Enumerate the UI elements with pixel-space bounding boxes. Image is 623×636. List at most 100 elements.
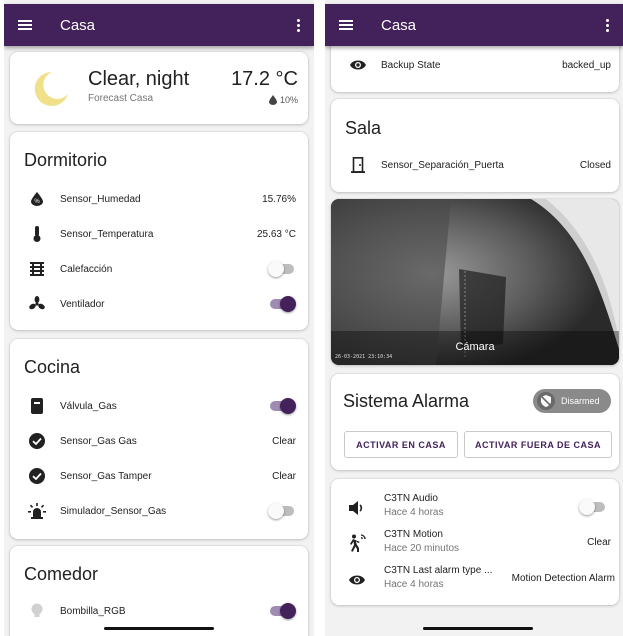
row-valvula-gas[interactable]: Válvula_Gas: [10, 391, 308, 421]
row-simulador-sensor-gas[interactable]: Simulador_Sensor_Gas: [10, 496, 308, 526]
menu-icon[interactable]: [325, 4, 367, 46]
weather-temperature: 17.2 °C: [231, 68, 298, 90]
weather-precipitation: 10%: [268, 95, 298, 105]
app-title: Casa: [60, 16, 96, 34]
row-sensor-gas-tamper[interactable]: Sensor_Gas Tamper Clear: [10, 461, 308, 491]
row-subtitle: Hace 4 horas: [384, 579, 444, 590]
valvula-gas-toggle[interactable]: [268, 398, 296, 414]
card-title-cocina: Cocina: [24, 357, 81, 377]
phone-right: Casa Backup State backed_up Sala Sensor_…: [325, 0, 623, 636]
weather-source: Forecast Casa: [88, 93, 154, 104]
row-label: Bombilla_RGB: [60, 605, 126, 617]
row-value: Motion Detection Alarm: [511, 573, 615, 584]
alarm-light-icon: [18, 503, 56, 519]
row-c3tn-last-alarm[interactable]: C3TN Last alarm type ... Hace 4 horas Mo…: [331, 563, 619, 595]
row-label: Sensor_Separación_Puerta: [381, 159, 504, 171]
home-indicator[interactable]: [104, 627, 214, 630]
phone-left: Casa Clear, night Forecast Casa 17.2 °C …: [4, 0, 314, 636]
simulador-sensor-gas-toggle[interactable]: [268, 503, 296, 519]
bombilla-rgb-toggle[interactable]: [268, 603, 296, 619]
alarm-status-text: Disarmed: [561, 396, 600, 406]
row-backup-state[interactable]: Backup State backed_up: [331, 50, 619, 80]
sala-card: Sala Sensor_Separación_Puerta Closed: [331, 99, 619, 192]
card-title-sala: Sala: [345, 118, 382, 138]
lightbulb-icon: [18, 603, 56, 619]
door-closed-icon: [339, 157, 377, 173]
moon-icon: [34, 71, 68, 106]
camera-timestamp: 26-03-2021 23:10:34: [335, 354, 393, 360]
row-value: Clear: [272, 435, 296, 447]
weather-condition: Clear, night: [88, 68, 190, 90]
app-title: Casa: [381, 16, 417, 34]
motion-sensor-icon: [350, 534, 366, 552]
row-value: Closed: [579, 159, 611, 171]
row-value: backed_up: [562, 59, 611, 71]
volume-icon: [349, 501, 363, 515]
dormitorio-card: Dormitorio % Sensor_Humedad 15.76% Senso…: [10, 132, 308, 330]
weather-card[interactable]: Clear, night Forecast Casa 17.2 °C 10%: [10, 52, 308, 124]
raindrop-icon: [268, 95, 277, 105]
row-c3tn-motion[interactable]: C3TN Motion Hace 20 minutos Clear: [331, 527, 619, 559]
row-label: Backup State: [381, 59, 441, 71]
row-sensor-gas-gas[interactable]: Sensor_Gas Gas Clear: [10, 426, 308, 456]
row-label: Ventilador: [60, 298, 105, 310]
home-indicator[interactable]: [423, 627, 533, 630]
row-label: C3TN Audio: [384, 493, 438, 504]
camera-card[interactable]: 26-03-2021 23:10:34 Cámara: [331, 199, 619, 365]
row-label: C3TN Last alarm type ...: [384, 565, 493, 576]
app-bar: Casa: [4, 4, 314, 46]
ventilador-toggle[interactable]: [268, 296, 296, 312]
camera-name: Cámara: [455, 341, 495, 353]
precipitation-value: 10%: [279, 95, 298, 105]
row-label: Sensor_Gas Gas: [60, 435, 137, 447]
row-subtitle: Hace 4 horas: [384, 507, 444, 518]
card-title-dormitorio: Dormitorio: [24, 150, 108, 170]
row-label: C3TN Motion: [384, 529, 443, 540]
shield-off-icon: [537, 392, 555, 410]
row-calefaccion[interactable]: Calefacción: [10, 254, 308, 284]
app-bar: Casa: [325, 4, 623, 46]
eye-icon: [349, 575, 365, 585]
svg-text:%: %: [34, 199, 40, 205]
arm-away-button[interactable]: ACTIVAR FUERA DE CASA: [464, 431, 612, 458]
water-percent-icon: %: [18, 192, 56, 206]
row-value: 25.63 °C: [256, 228, 296, 240]
more-options-icon[interactable]: [286, 4, 310, 46]
thermometer-icon: [18, 226, 56, 242]
comedor-card: Comedor Bombilla_RGB: [10, 546, 308, 636]
row-bombilla-rgb[interactable]: Bombilla_RGB: [10, 596, 308, 626]
row-value: Clear: [272, 470, 296, 482]
row-sensor-temperatura[interactable]: Sensor_Temperatura 25.63 °C: [10, 219, 308, 249]
row-label: Válvula_Gas: [60, 400, 117, 412]
c3tn-audio-toggle[interactable]: [579, 499, 607, 515]
alarm-title: Sistema Alarma: [343, 391, 470, 411]
card-title-comedor: Comedor: [24, 564, 99, 584]
row-label: Sensor_Gas Tamper: [60, 470, 152, 482]
calefaccion-toggle[interactable]: [268, 261, 296, 277]
eye-icon: [339, 59, 377, 71]
screenshot: Casa Clear, night Forecast Casa 17.2 °C …: [0, 0, 623, 636]
row-sensor-humedad[interactable]: % Sensor_Humedad 15.76%: [10, 184, 308, 214]
row-label: Sensor_Temperatura: [60, 228, 154, 240]
c3tn-card: C3TN Audio Hace 4 horas C3TN Motion Hace…: [331, 479, 619, 605]
row-sensor-separacion-puerta[interactable]: Sensor_Separación_Puerta Closed: [331, 150, 619, 180]
row-ventilador[interactable]: Ventilador: [10, 289, 308, 319]
alarm-card: Sistema Alarma Disarmed ACTIVAR EN CASA …: [331, 374, 619, 470]
row-value: 15.76%: [262, 193, 296, 205]
check-circle-icon: [18, 433, 56, 449]
arm-home-button[interactable]: ACTIVAR EN CASA: [344, 431, 458, 458]
row-c3tn-audio[interactable]: C3TN Audio Hace 4 horas: [331, 491, 619, 523]
cocina-card: Cocina Válvula_Gas Sensor_Gas Gas Clear: [10, 339, 308, 539]
fan-icon: [18, 296, 56, 312]
row-value: Clear: [587, 537, 611, 548]
menu-icon[interactable]: [4, 4, 46, 46]
more-options-icon[interactable]: [595, 4, 619, 46]
row-label: Sensor_Humedad: [60, 193, 141, 205]
check-circle-icon: [18, 468, 56, 484]
row-label: Calefacción: [60, 263, 113, 275]
gas-cylinder-icon: [18, 398, 56, 414]
row-subtitle: Hace 20 minutos: [384, 543, 460, 554]
row-label: Simulador_Sensor_Gas: [60, 505, 167, 517]
alarm-status-badge[interactable]: Disarmed: [533, 389, 611, 413]
radiator-icon: [18, 262, 56, 276]
